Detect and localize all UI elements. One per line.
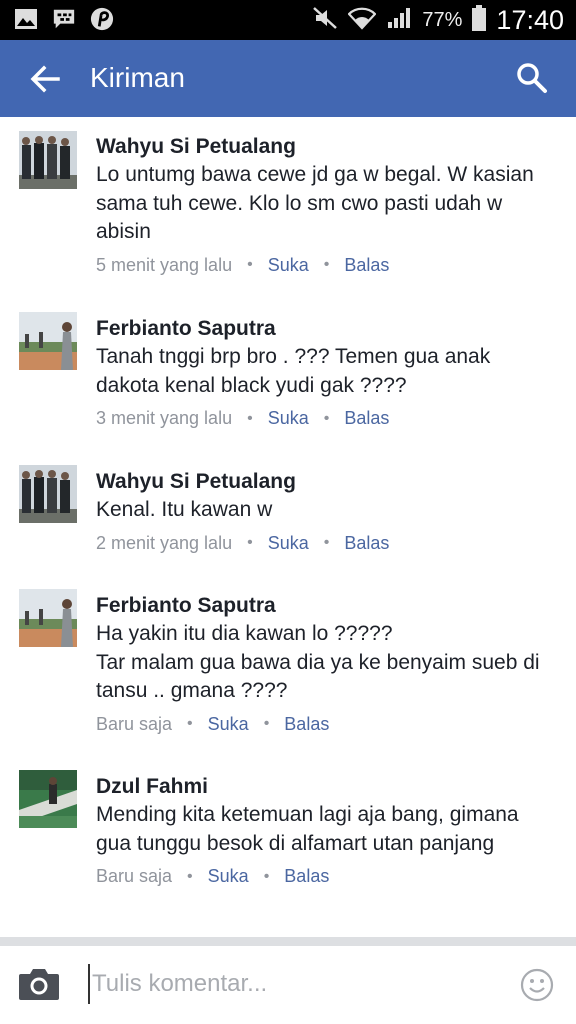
status-bar: 77% 17:40 — [0, 0, 576, 40]
comment-author[interactable]: Wahyu Si Petualang — [96, 133, 546, 161]
like-button[interactable]: Suka — [268, 533, 309, 554]
comment-input[interactable] — [88, 964, 502, 1004]
arrow-back-icon — [30, 65, 60, 93]
wifi-icon — [347, 6, 377, 35]
reply-button[interactable]: Balas — [284, 866, 329, 887]
search-icon — [517, 63, 547, 93]
reply-button[interactable]: Balas — [344, 408, 389, 429]
separator-dot: • — [247, 256, 253, 273]
comment-text: Ha yakin itu dia kawan lo ????? Tar mala… — [96, 622, 540, 702]
like-button[interactable]: Suka — [208, 714, 249, 735]
separator-dot: • — [323, 409, 330, 427]
page-title: Kiriman — [90, 62, 185, 93]
camera-button[interactable] — [18, 966, 60, 1002]
bbm-icon — [52, 6, 76, 32]
separator-dot: • — [323, 534, 330, 551]
pinterest-icon — [90, 6, 114, 32]
separator-dot: • — [247, 409, 253, 427]
separator-dot: • — [187, 867, 193, 885]
comment-author[interactable]: Wahyu Si Petualang — [96, 468, 546, 496]
comment-meta: 3 menit yang lalu • Suka • Balas — [96, 408, 546, 429]
separator-dot: • — [263, 715, 270, 732]
battery-percentage: 77% — [422, 8, 463, 31]
separator-dot: • — [263, 867, 270, 885]
signal-icon — [386, 6, 412, 35]
avatar[interactable] — [19, 770, 77, 828]
comment-author[interactable]: Ferbianto Saputra — [96, 315, 546, 343]
battery-icon — [472, 4, 487, 36]
separator-dot: • — [187, 715, 193, 732]
comment-text: Mending kita ketemuan lagi aja bang, gim… — [96, 803, 519, 855]
comment-composer — [0, 946, 576, 1024]
smiley-icon — [520, 968, 554, 1002]
like-button[interactable]: Suka — [208, 866, 249, 887]
reply-button[interactable]: Balas — [284, 714, 329, 735]
comment-timestamp: Baru saja — [96, 713, 173, 734]
avatar[interactable] — [19, 589, 77, 647]
camera-icon — [19, 969, 59, 1000]
reply-button[interactable]: Balas — [344, 533, 389, 554]
comment-timestamp: 3 menit yang lalu — [96, 408, 233, 428]
gallery-icon — [14, 6, 38, 32]
search-button[interactable] — [516, 62, 548, 94]
comment-meta: Baru saja • Suka • Balas — [96, 866, 546, 887]
separator-dot: • — [323, 256, 330, 273]
like-button[interactable]: Suka — [268, 255, 309, 276]
comment-author[interactable]: Dzul Fahmi — [96, 773, 546, 801]
mute-icon — [312, 6, 338, 35]
comment-timestamp: 2 menit yang lalu — [96, 532, 233, 553]
reply-button[interactable]: Balas — [344, 255, 389, 276]
comment-list: Wahyu Si Petualang Lo untumg bawa cewe j… — [0, 117, 576, 937]
comment-timestamp: 5 menit yang lalu — [96, 254, 233, 275]
separator-dot: • — [247, 534, 253, 551]
avatar[interactable] — [19, 312, 77, 370]
avatar[interactable] — [19, 131, 77, 189]
comment-timestamp: Baru saja — [96, 866, 173, 886]
comment-meta: 2 menit yang lalu • Suka • Balas — [96, 533, 546, 554]
comment-meta: Baru saja • Suka • Balas — [96, 714, 546, 735]
comment-text: Kenal. Itu kawan w — [96, 498, 273, 521]
comment-text: Tanah tnggi brp bro . ??? Temen gua anak… — [96, 345, 491, 397]
app-bar: Kiriman — [0, 40, 576, 117]
comment-author[interactable]: Ferbianto Saputra — [96, 592, 546, 620]
avatar[interactable] — [19, 465, 77, 523]
clock: 17:40 — [496, 4, 564, 35]
divider — [0, 937, 576, 946]
comment-text: Lo untumg bawa cewe jd ga w begal. W kas… — [96, 163, 534, 243]
like-button[interactable]: Suka — [268, 408, 309, 429]
emoji-button[interactable] — [520, 968, 554, 1002]
comment-meta: 5 menit yang lalu • Suka • Balas — [96, 255, 546, 276]
back-button[interactable] — [28, 62, 62, 96]
